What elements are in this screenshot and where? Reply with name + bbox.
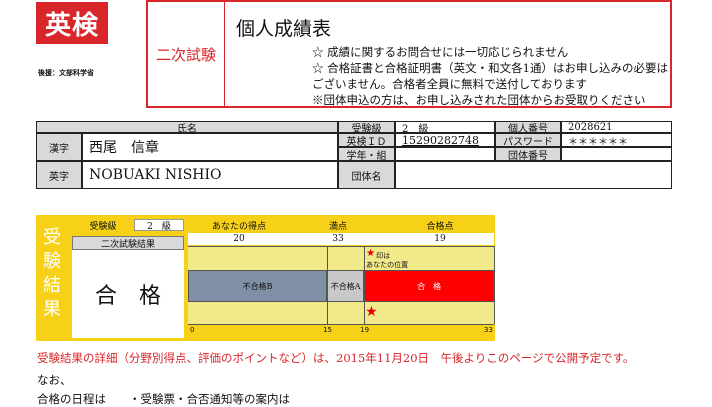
band-boundary-3 <box>494 246 495 324</box>
footer-line-2: なお、 <box>37 373 72 387</box>
tick-label-3: 19 <box>360 326 370 334</box>
tick-label-2: 15 <box>323 326 332 334</box>
tick-label-1: 0 <box>190 326 195 334</box>
footer-line-3: 合格の日程は ・受験票・合否通知等の案内は <box>37 392 290 406</box>
score-marker-star-icon: ★ <box>365 304 378 320</box>
band-3: 合 格 <box>364 270 494 302</box>
band-1: 不合格B <box>188 270 328 302</box>
legend-text-2: あなたの位置 <box>366 261 409 269</box>
detail-notice: 受験結果の詳細（分野別得点、評価のポイントなど）は、2015年11月20日 午後… <box>37 351 635 365</box>
legend-star-icon: ★ <box>366 248 376 259</box>
band-2: 不合格A <box>327 270 365 302</box>
tick-label-4: 33 <box>484 326 493 334</box>
band-boundary-1 <box>327 246 329 324</box>
chart-marks: 不合格B 不合格A 合 格 0 15 19 33 ★ 印は あなたの位置 ★ <box>0 0 712 400</box>
